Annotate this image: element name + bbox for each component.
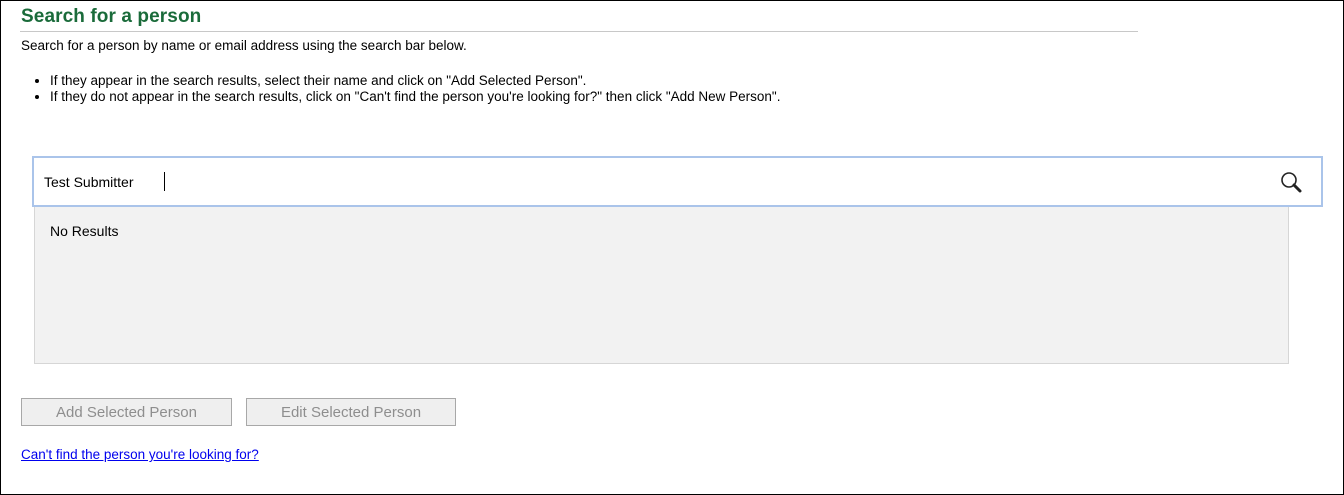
search-results-panel: No Results <box>34 207 1289 364</box>
instruction-item: If they do not appear in the search resu… <box>50 89 780 105</box>
search-bar <box>32 156 1323 207</box>
page-title: Search for a person <box>21 6 202 27</box>
search-input[interactable] <box>44 170 1254 194</box>
text-caret <box>164 172 165 191</box>
cant-find-person-link[interactable]: Can't find the person you're looking for… <box>21 447 259 462</box>
add-selected-person-button[interactable]: Add Selected Person <box>21 398 232 426</box>
intro-text: Search for a person by name or email add… <box>21 38 467 53</box>
search-icon[interactable] <box>1279 170 1303 194</box>
title-divider <box>20 31 1138 32</box>
page-frame: Search for a person Search for a person … <box>0 0 1344 495</box>
edit-selected-person-button[interactable]: Edit Selected Person <box>246 398 456 426</box>
no-results-message: No Results <box>50 223 119 239</box>
instruction-item: If they appear in the search results, se… <box>50 73 780 89</box>
instructions-list: If they appear in the search results, se… <box>37 73 780 105</box>
